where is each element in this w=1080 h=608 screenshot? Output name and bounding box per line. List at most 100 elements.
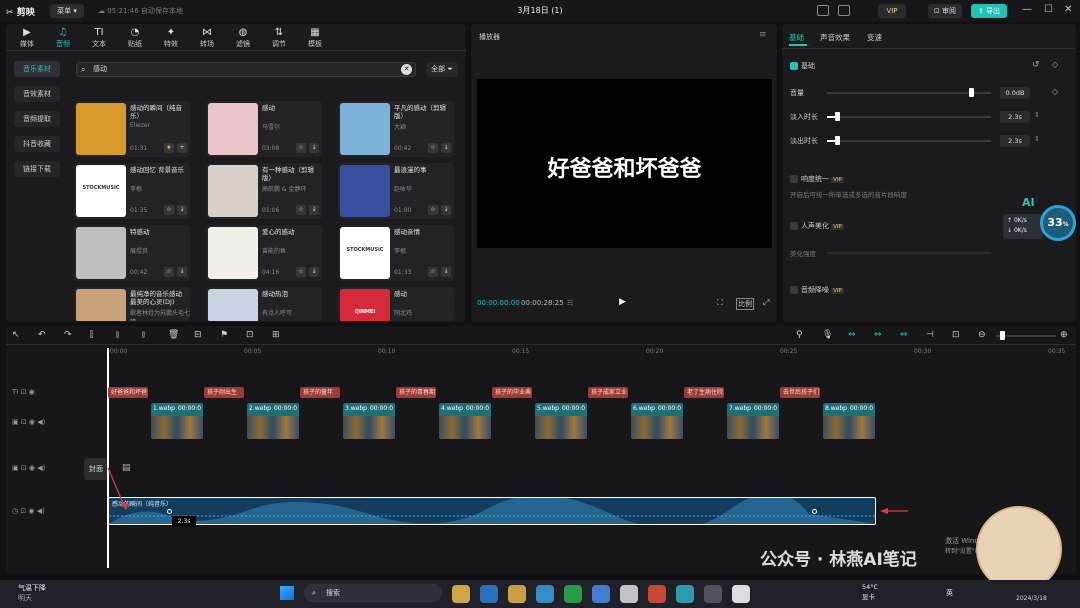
fade-out-knob[interactable] (834, 136, 840, 145)
ratio-button[interactable]: 比例 (736, 298, 754, 310)
snap-icon[interactable]: ⇔ (900, 330, 908, 340)
side-item-2[interactable]: 音频提取 (14, 111, 60, 127)
video-clip[interactable]: 6.webp 00:00:0 (631, 403, 683, 439)
download-icon[interactable]: ↓ (309, 267, 319, 277)
text-clip[interactable]: 孩子刚出生 (204, 387, 244, 398)
video-clip[interactable]: 7.webp 00:00:0 (727, 403, 779, 439)
fade-in-knob[interactable] (834, 112, 840, 121)
volume-slider[interactable] (827, 92, 991, 94)
voice-beauty-checkbox[interactable] (790, 222, 798, 230)
download-icon[interactable]: ↓ (177, 267, 187, 277)
music-card[interactable]: 感动的瞬间（纯音乐） Eliezer 01:31 ★ + (74, 101, 190, 157)
wechat-icon[interactable] (564, 585, 582, 603)
mail-icon[interactable] (592, 585, 610, 603)
favorite-icon[interactable]: ☆ (428, 267, 438, 277)
favorite-icon[interactable]: ☆ (164, 267, 174, 277)
fade-in-value[interactable]: 2.3s (1000, 111, 1030, 123)
delete-icon[interactable]: 🗑 (168, 330, 179, 340)
volume-keyframe-icon[interactable]: ◇ (1052, 87, 1058, 96)
start-icon[interactable] (280, 586, 294, 600)
text-clip[interactable]: 孩子成家立业 (588, 387, 628, 398)
side-item-4[interactable]: 链接下载 (14, 161, 60, 177)
mic-icon[interactable]: 🎙 (822, 330, 833, 340)
music-card[interactable]: 平凡的感动（剪辑版） 大颖 00:42 ☆ ↓ (338, 101, 454, 157)
photos-icon[interactable] (620, 585, 638, 603)
download-icon[interactable]: ↓ (441, 205, 451, 215)
video-clip[interactable]: 1.webp 00:00:0 (151, 403, 203, 439)
download-icon[interactable]: ↓ (309, 205, 319, 215)
tool-text[interactable]: TI 文本 (82, 26, 116, 49)
split-right-icon[interactable]: ⫾ (142, 330, 145, 340)
text-clip[interactable]: 孩子的毕业典 (492, 387, 532, 398)
music-card[interactable]: 最纯净的音乐感动最美的心灵(DJ) 歌者林姓为苏鹏头毛七晴 (74, 287, 190, 321)
filter-button[interactable]: 全部 ⏷ (426, 62, 458, 77)
fullscreen-icon[interactable]: ⤢ (763, 298, 769, 308)
tab-basic[interactable]: 基础 (789, 32, 804, 43)
play-button[interactable]: ▶ (619, 297, 626, 307)
tool-audio[interactable]: ♫ 音频 (46, 26, 80, 49)
close-icon[interactable]: ✕ (1064, 4, 1072, 15)
time-ruler[interactable]: 00:00 00:05 00:10 00:15 00:20 00:25 00:30 00:35 (106, 346, 1076, 358)
taskbar-search[interactable]: ⌕ 搜索 (304, 584, 442, 602)
side-item-0[interactable]: 音乐素材 (14, 61, 60, 77)
text-clip[interactable]: 好爸爸和坏爸 (108, 387, 148, 398)
text-clip[interactable]: 去世后孩子们 (780, 387, 820, 398)
timeline-icon[interactable]: ☷ (567, 299, 573, 307)
auto-icon[interactable]: ⚲ (796, 330, 803, 340)
input-language[interactable]: 英 (946, 588, 953, 598)
files-icon[interactable] (452, 585, 470, 603)
menu-button[interactable]: 菜单 ▾ (50, 4, 84, 18)
favorite-icon[interactable]: ☆ (296, 267, 306, 277)
center-icon[interactable]: ⊣ (926, 330, 934, 340)
favorite-icon[interactable]: ☆ (428, 143, 438, 153)
fit-icon[interactable]: ⛶ (717, 298, 723, 308)
export-button[interactable]: ⇪ 导出 (971, 4, 1007, 18)
freeze-icon[interactable]: ⊟ (194, 330, 202, 340)
text-clip[interactable]: 孩子的童年 (300, 387, 340, 398)
fade-in-slider[interactable] (827, 116, 991, 118)
review-button[interactable]: ⊡ 审阅 (928, 4, 962, 18)
preview-icon[interactable]: ⊡ (952, 330, 960, 340)
volume-knob[interactable] (969, 88, 975, 97)
tool-effect[interactable]: ✦ 特效 (154, 26, 188, 49)
video-clip[interactable]: 4.webp 00:00:0 (439, 403, 491, 439)
magnet-icon[interactable]: ⇔ (874, 330, 882, 340)
download-icon[interactable]: ↓ (177, 205, 187, 215)
cover-button[interactable]: 封面 (84, 458, 108, 480)
favorite-icon[interactable]: ☆ (296, 205, 306, 215)
tab-sound-effect[interactable]: 声音效果 (820, 32, 850, 43)
text-clip[interactable]: 老了生病住院 (684, 387, 724, 398)
fade-out-handle[interactable] (812, 509, 817, 514)
download-icon[interactable]: ↓ (309, 143, 319, 153)
capcut-icon[interactable] (732, 585, 750, 603)
split-icon[interactable]: ⫿ (90, 330, 93, 340)
chrome-icon[interactable] (648, 585, 666, 603)
zoom-slider[interactable] (996, 335, 1056, 337)
favorite-icon[interactable]: ★ (164, 143, 174, 153)
music-card[interactable]: STOCKMUSIC 感动回忆 背景音乐 李根 01:35 ☆ ↓ (74, 163, 190, 219)
music-card[interactable]: 最浪漫的事 赵咏华 01:00 ☆ ↓ (338, 163, 454, 219)
volume-value[interactable]: 0.0dB (1000, 87, 1030, 99)
fade-out-slider[interactable] (827, 140, 991, 142)
picture-icon[interactable]: ⊞ (272, 330, 280, 340)
undo-icon[interactable]: ↶ (38, 330, 46, 340)
music-card[interactable]: QINMEI 感动 网北鸡 (338, 287, 454, 321)
tool-adjust[interactable]: ⇅ 调节 (262, 26, 296, 49)
zoom-knob[interactable] (1000, 331, 1005, 340)
music-card[interactable]: 感动 马雪尔 03:08 ☆ ↓ (206, 101, 322, 157)
vip-button[interactable]: VIP (878, 4, 906, 18)
video-clip[interactable]: 3.webp 00:00:0 (343, 403, 395, 439)
fade-in-handle[interactable] (167, 509, 172, 514)
tab-speed[interactable]: 变速 (867, 32, 882, 43)
keyframe-icon[interactable]: ◇ (1052, 60, 1058, 69)
add-icon[interactable]: + (177, 143, 187, 153)
playhead[interactable] (107, 348, 109, 568)
split-left-icon[interactable]: ⫾ (116, 330, 119, 340)
side-item-1[interactable]: 音效素材 (14, 86, 60, 102)
music-card[interactable]: 感动热泪 有点人呼可 (206, 287, 322, 321)
fade-out-value[interactable]: 2.3s (1000, 135, 1030, 147)
music-card[interactable]: 爱心的感动 曾能的鱼 04:16 ☆ ↓ (206, 225, 322, 281)
flag-icon[interactable]: ⚑ (220, 330, 228, 340)
select-icon[interactable]: ↖ (12, 330, 20, 340)
crop-icon[interactable]: ⊡ (246, 330, 254, 340)
